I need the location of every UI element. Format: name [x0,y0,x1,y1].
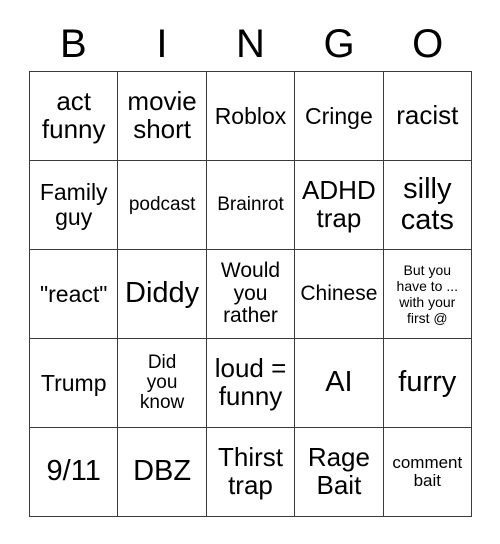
bingo-cell[interactable]: AI [295,339,384,428]
bingo-cell[interactable]: racist [383,72,472,161]
bingo-cell-label: act funny [41,86,106,144]
bingo-cell-label: loud = funny [214,353,287,411]
bingo-cell-label: podcast [128,193,196,215]
bingo-cell[interactable]: "react" [30,250,119,339]
bingo-cell[interactable]: Brainrot [206,161,296,250]
bingo-cell[interactable]: comment bait [383,428,472,517]
bingo-cell[interactable]: movie short [118,72,207,161]
bingo-cell-label: ADHD trap [302,175,376,233]
bingo-cell-label: movie short [127,86,197,144]
bingo-cell[interactable]: Thirst trap [206,428,296,517]
bingo-cell[interactable]: Roblox [206,72,296,161]
bingo-cell-label: Trump [40,369,107,396]
bingo-cell-label: Would you rather [220,259,281,328]
bingo-cell-label: silly cats [400,172,454,236]
bingo-cell-label: Chinese [300,281,378,305]
bingo-cell[interactable]: furry [383,339,472,428]
bingo-cell-label: Roblox [214,102,287,129]
bingo-cell[interactable]: 9/11 [30,428,119,517]
bingo-cell-label: Family guy [39,179,108,230]
bingo-header-letter-b: B [59,22,87,66]
bingo-cell[interactable]: Family guy [30,161,119,250]
bingo-cell-label: But you have to ... with your first @ [396,261,459,327]
bingo-cell-label: Brainrot [217,193,284,215]
bingo-cell-label: 9/11 [46,455,101,488]
bingo-header-letter-g: G [323,22,355,66]
bingo-grid: act funny movie short Roblox Cringe raci… [29,71,472,517]
bingo-cell-label: racist [396,100,459,131]
bingo-cell[interactable]: podcast [118,161,207,250]
bingo-header-row: B I N G O [29,18,472,70]
bingo-cell[interactable]: Did you know [118,339,207,428]
bingo-cell[interactable]: Would you rather [206,250,296,339]
bingo-cell[interactable]: DBZ [118,428,207,517]
bingo-cell[interactable]: Chinese [295,250,384,339]
bingo-cell[interactable]: Rage Bait [295,428,384,517]
bingo-header-letter-n: N [236,22,265,66]
bingo-card: B I N G O act funny movie short Roblox C… [0,0,500,544]
bingo-cell-label: comment bait [392,452,463,490]
bingo-cell[interactable]: loud = funny [206,339,296,428]
bingo-cell[interactable]: ADHD trap [295,161,384,250]
bingo-cell-label: AI [325,366,353,399]
bingo-header-letter-o: O [412,22,444,66]
bingo-cell-label: furry [398,366,457,399]
bingo-cell[interactable]: But you have to ... with your first @ [383,250,472,339]
bingo-cell-label: Cringe [305,102,373,129]
bingo-cell-label: Diddy [125,277,200,310]
bingo-cell-label: "react" [39,280,108,307]
bingo-cell[interactable]: silly cats [383,161,472,250]
bingo-cell-label: DBZ [133,455,192,488]
bingo-header-letter-i: I [156,22,168,66]
bingo-cell-label: Thirst trap [217,442,283,500]
bingo-cell[interactable]: act funny [30,72,119,161]
bingo-cell[interactable]: Trump [30,339,119,428]
bingo-cell[interactable]: Cringe [295,72,384,161]
bingo-cell[interactable]: Diddy [118,250,207,339]
bingo-cell-label: Rage Bait [307,442,370,500]
bingo-cell-label: Did you know [139,351,185,414]
